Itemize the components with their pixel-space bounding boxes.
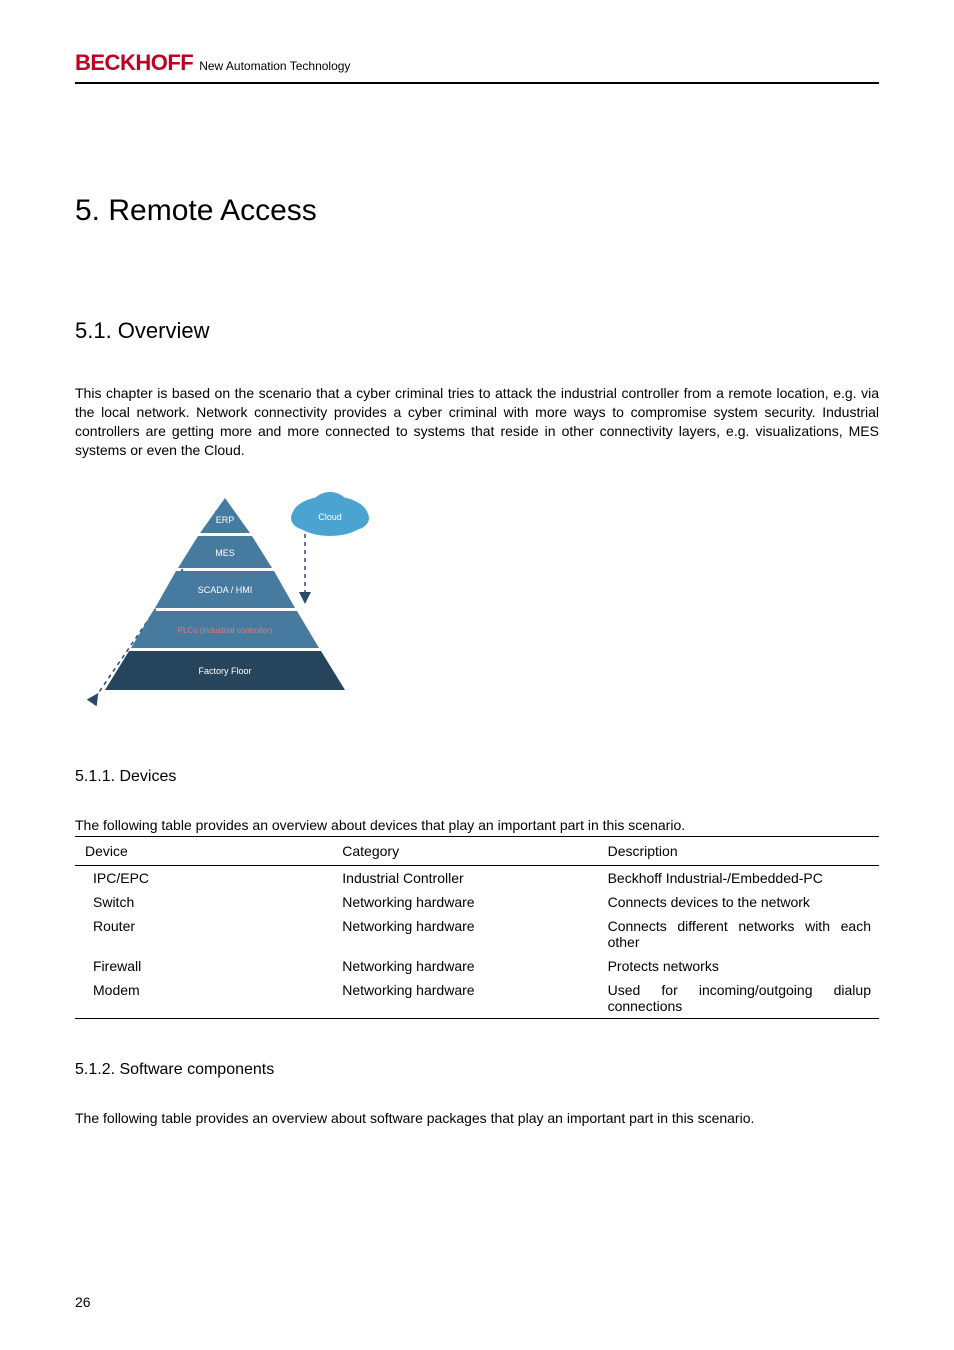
cell-description: Protects networks [598,954,879,978]
table-header-description: Description [598,837,879,866]
cell-description: Connects devices to the network [598,890,879,914]
cell-device: Switch [75,890,332,914]
cell-category: Networking hardware [332,914,597,954]
table-row: Switch Networking hardware Connects devi… [75,890,879,914]
table-row: Modem Networking hardware Used for incom… [75,978,879,1019]
cell-description: Beckhoff Industrial-/Embedded-PC [598,866,879,891]
table-header-category: Category [332,837,597,866]
pyramid-layer-plc: PLCs (Industrial controller) [178,626,273,635]
cell-device: Firewall [75,954,332,978]
cloud-label: Cloud [318,512,342,522]
cell-category: Networking hardware [332,890,597,914]
table-row: Firewall Networking hardware Protects ne… [75,954,879,978]
table-row: Router Networking hardware Connects diff… [75,914,879,954]
cell-description: Connects different networks with each ot… [598,914,879,954]
pyramid-figure: Cloud ERP MES SCADA / HMI PLCs (Industri… [75,478,415,708]
brand-name: BECKHOFF [75,50,193,76]
chapter-title: 5. Remote Access [75,194,879,228]
pyramid-layer-mes: MES [215,548,235,558]
overview-paragraph: This chapter is based on the scenario th… [75,384,879,460]
page-header: BECKHOFF New Automation Technology [75,50,879,84]
devices-intro: The following table provides an overview… [75,816,879,835]
pyramid-layer-scada: SCADA / HMI [198,585,253,595]
cell-device: IPC/EPC [75,866,332,891]
cell-category: Networking hardware [332,954,597,978]
cell-device: Router [75,914,332,954]
brand-tagline: New Automation Technology [199,59,350,73]
devices-table: Device Category Description IPC/EPC Indu… [75,836,879,1019]
cell-device: Modem [75,978,332,1019]
section-heading-devices: 5.1.1. Devices [75,768,879,786]
pyramid-layer-factory: Factory Floor [198,666,251,676]
page-number: 26 [75,1294,91,1310]
section-heading-software: 5.1.2. Software components [75,1061,879,1079]
cell-description: Used for incoming/outgoing dialup connec… [598,978,879,1019]
section-heading-overview: 5.1. Overview [75,318,879,344]
table-row: IPC/EPC Industrial Controller Beckhoff I… [75,866,879,891]
cell-category: Industrial Controller [332,866,597,891]
software-paragraph: The following table provides an overview… [75,1109,879,1128]
cell-category: Networking hardware [332,978,597,1019]
table-header-device: Device [75,837,332,866]
pyramid-layer-erp: ERP [216,515,235,525]
